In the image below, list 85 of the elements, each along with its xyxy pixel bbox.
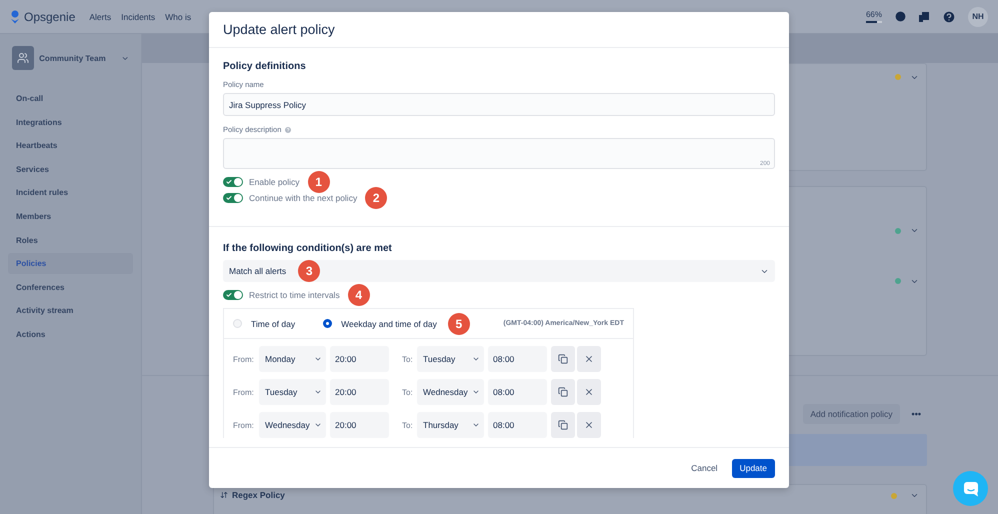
toggle-switch[interactable] <box>223 290 243 300</box>
dialog-title: Update alert policy <box>223 22 335 37</box>
toggle-switch[interactable] <box>223 193 243 203</box>
chevron-icon <box>314 388 322 396</box>
sidebar-item[interactable]: Actions <box>8 324 133 345</box>
sidebar-item[interactable]: Integrations <box>8 112 133 133</box>
step-marker: 5 <box>448 312 470 334</box>
toggle-switch[interactable] <box>223 177 243 187</box>
close-icon <box>584 420 594 430</box>
chat-button[interactable] <box>953 471 988 506</box>
day-select[interactable]: Wednesday <box>259 412 326 438</box>
sidebar-item[interactable]: Heartbeats <box>8 135 133 156</box>
sidebar-item[interactable]: Services <box>8 158 133 180</box>
sidebar-item[interactable]: Roles <box>8 230 133 251</box>
check-icon <box>226 292 232 298</box>
to-label: To: <box>402 420 414 430</box>
nav-link[interactable]: Alerts <box>89 12 112 22</box>
chat-icon[interactable] <box>962 480 978 496</box>
cancel-button[interactable]: Cancel <box>689 459 720 477</box>
radio-label: Weekday and time of day <box>341 318 437 328</box>
more-button[interactable]: ••• <box>908 409 925 419</box>
time-field[interactable]: 08:00 <box>488 379 547 405</box>
chevron-icon <box>314 355 322 363</box>
logo-text[interactable]: Opsgenie <box>24 10 76 24</box>
update-button[interactable]: Update <box>732 458 775 478</box>
sidebar-item[interactable]: Incident rules <box>8 182 133 204</box>
copy-button[interactable] <box>551 379 575 405</box>
copy-icon <box>558 354 568 364</box>
day-select[interactable]: Tuesday <box>417 346 484 372</box>
sidebar-item[interactable]: Members <box>8 206 133 227</box>
time-field[interactable]: 20:00 <box>330 412 389 438</box>
team-avatar <box>12 46 34 70</box>
step-marker: 2 <box>365 187 388 209</box>
copy-icon <box>558 420 568 430</box>
day-select[interactable]: Tuesday <box>259 379 326 405</box>
chevron-icon <box>472 388 480 396</box>
team-name[interactable]: Community Team <box>39 54 106 62</box>
toggle-label: Continue with the next policy <box>249 193 358 203</box>
radio-label: Time of day <box>251 318 296 328</box>
chevron-icon <box>472 421 480 429</box>
drag-icon[interactable] <box>220 491 228 499</box>
section-heading: Policy definitions <box>223 61 307 72</box>
step-marker: 1 <box>308 171 330 193</box>
day-select[interactable]: Wednesday <box>417 379 484 405</box>
day-select[interactable]: Thursday <box>417 412 484 438</box>
close-icon <box>584 354 594 364</box>
step-marker: 3 <box>298 260 320 282</box>
policy-title: Regex Policy <box>232 490 285 500</box>
nav-link[interactable]: Incidents <box>121 12 156 22</box>
chevron-icon <box>314 421 322 429</box>
time-field[interactable]: 20:00 <box>330 346 389 372</box>
user-avatar[interactable]: NH <box>968 6 988 26</box>
from-label: From: <box>233 420 255 430</box>
check-icon <box>226 179 232 185</box>
time-field[interactable]: 08:00 <box>488 346 547 372</box>
from-label: From: <box>233 388 255 396</box>
progress-label: 66% <box>866 10 882 19</box>
day-select[interactable]: Monday <box>259 346 326 372</box>
logo-icon <box>10 10 20 24</box>
sidebar-item[interactable]: Conferences <box>8 276 133 298</box>
radio-button[interactable] <box>323 319 332 328</box>
copy-icon <box>558 387 568 397</box>
add-notification-policy-button[interactable]: Add notification policy <box>803 404 900 424</box>
copy-button[interactable] <box>551 412 575 438</box>
section-heading: If the following condition(s) are met <box>223 243 393 254</box>
to-label: To: <box>402 388 414 396</box>
time-field[interactable]: 08:00 <box>488 412 547 438</box>
match-select[interactable]: Match all alerts 3 <box>223 260 775 282</box>
check-icon <box>226 195 232 201</box>
to-label: To: <box>402 354 414 364</box>
toggle-label: Enable policy <box>249 177 300 187</box>
sidebar-item[interactable]: On-call <box>8 88 133 109</box>
close-icon <box>584 387 594 397</box>
help-icon[interactable] <box>942 10 956 24</box>
copy-button[interactable] <box>551 346 575 372</box>
chevron-icon[interactable] <box>910 226 919 235</box>
time-field[interactable]: 20:00 <box>330 379 389 405</box>
sidebar-item[interactable]: Activity stream <box>8 300 133 322</box>
toggle-label: Restrict to time intervals <box>249 290 340 300</box>
chevron-icon <box>472 355 480 363</box>
step-marker: 4 <box>348 284 370 306</box>
chevron-icon[interactable] <box>910 491 919 500</box>
policy-name-field[interactable]: Jira Suppress Policy <box>223 93 775 116</box>
nav-link[interactable]: Who is <box>165 12 192 22</box>
from-label: From: <box>233 354 255 364</box>
